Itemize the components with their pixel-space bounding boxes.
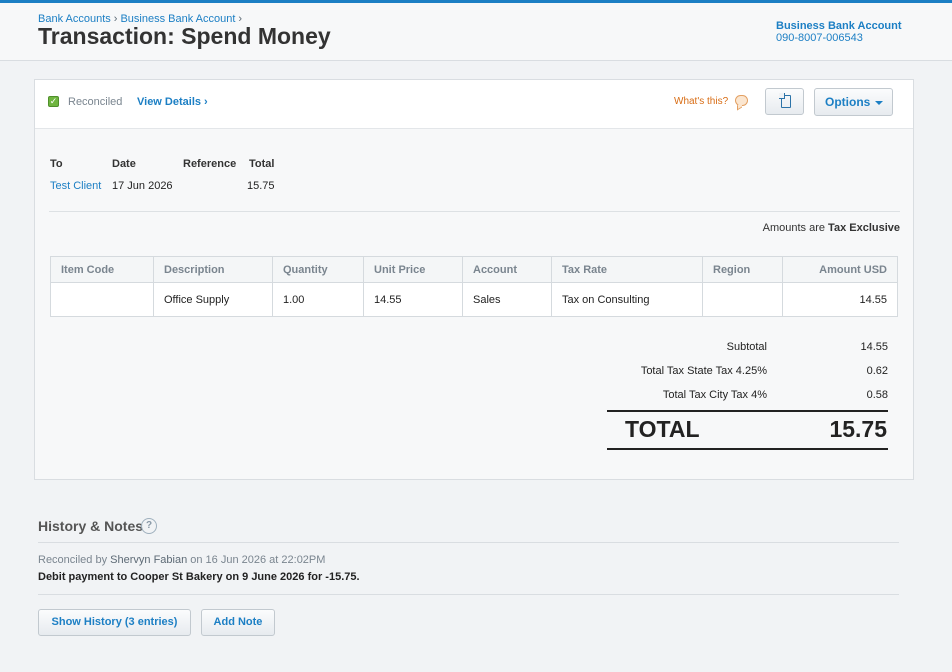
account-info: Business Bank Account 090-8007-006543 <box>776 20 902 44</box>
col-tax-rate: Tax Rate <box>551 256 703 283</box>
table-header-row: Item Code Description Quantity Unit Pric… <box>50 256 898 283</box>
copy-button[interactable] <box>765 88 804 115</box>
options-label: Options <box>825 95 871 109</box>
account-number: 090-8007-006543 <box>776 32 863 44</box>
total-label-header: Total <box>249 158 275 170</box>
history-entry-user: Shervyn Fabian <box>110 554 188 566</box>
history-notes-title: History & Notes <box>38 518 144 534</box>
divider <box>49 211 900 212</box>
line-items-table: Item Code Description Quantity Unit Pric… <box>50 256 898 317</box>
chevron-down-icon <box>875 101 883 105</box>
transaction-total: 15.75 <box>247 180 275 192</box>
status-bar: ✓ Reconciled View Details › What's this?… <box>35 80 913 129</box>
tax1-label: Total Tax State Tax 4.25% <box>640 365 767 377</box>
col-quantity: Quantity <box>272 256 364 283</box>
col-region: Region <box>702 256 783 283</box>
cell-unit-price: 14.55 <box>363 282 463 317</box>
speech-bubble-icon[interactable] <box>735 95 748 106</box>
to-label: To <box>50 158 63 170</box>
add-note-button[interactable]: Add Note <box>201 609 275 636</box>
subtotal-label: Subtotal <box>726 341 767 353</box>
page-header: Bank Accounts › Business Bank Account › Tra… <box>0 3 952 61</box>
account-name-link[interactable]: Business Bank Account <box>776 20 902 32</box>
cell-amount: 14.55 <box>782 282 898 317</box>
cell-account: Sales <box>462 282 552 317</box>
divider <box>38 594 899 595</box>
show-history-button[interactable]: Show History (3 entries) <box>38 609 191 636</box>
table-row: Office Supply 1.00 14.55 Sales Tax on Co… <box>50 282 898 317</box>
col-description: Description <box>153 256 273 283</box>
view-details-link[interactable]: View Details › <box>137 96 208 108</box>
tax2-label: Total Tax City Tax 4% <box>662 389 767 401</box>
date-label: Date <box>112 158 136 170</box>
grand-total-value: 15.75 <box>829 416 887 442</box>
cell-tax-rate: Tax on Consulting <box>551 282 703 317</box>
check-icon: ✓ <box>48 96 59 107</box>
copy-document-icon <box>781 95 791 108</box>
tax2-value: 0.58 <box>866 389 888 401</box>
total-rule-bottom <box>607 448 888 450</box>
subtotal-value: 14.55 <box>860 341 888 353</box>
whats-this-link[interactable]: What's this? <box>674 96 728 107</box>
contact-link[interactable]: Test Client <box>50 180 101 192</box>
reconciled-status: Reconciled <box>68 96 123 108</box>
options-button[interactable]: Options <box>814 88 893 116</box>
transaction-panel: ✓ Reconciled View Details › What's this?… <box>34 79 914 480</box>
history-entry-prefix: Reconciled by <box>38 554 108 566</box>
col-account: Account <box>462 256 552 283</box>
cell-item-code <box>50 282 154 317</box>
help-icon[interactable]: ? <box>141 518 157 534</box>
total-rule-top <box>607 410 888 412</box>
page-title: Transaction: Spend Money <box>38 23 331 49</box>
divider <box>38 542 899 543</box>
reference-label: Reference <box>183 158 237 170</box>
cell-description: Office Supply <box>153 282 273 317</box>
tax-note-prefix: Amounts are <box>762 222 825 234</box>
grand-total-label: TOTAL <box>625 416 700 442</box>
tax1-value: 0.62 <box>866 365 888 377</box>
history-entry-meta: Reconciled by Shervyn Fabian on 16 Jun 2… <box>38 554 325 566</box>
tax-mode: Tax Exclusive <box>828 222 900 234</box>
col-amount: Amount USD <box>782 256 898 283</box>
cell-region <box>702 282 783 317</box>
col-unit-price: Unit Price <box>363 256 463 283</box>
col-item-code: Item Code <box>50 256 154 283</box>
tax-mode-note: Amounts are Tax Exclusive <box>763 222 900 234</box>
history-entry-when: on 16 Jun 2026 at 22:02PM <box>190 554 326 566</box>
cell-quantity: 1.00 <box>272 282 364 317</box>
history-entry-text: Debit payment to Cooper St Bakery on 9 J… <box>38 571 360 583</box>
transaction-date: 17 Jun 2026 <box>112 180 173 192</box>
